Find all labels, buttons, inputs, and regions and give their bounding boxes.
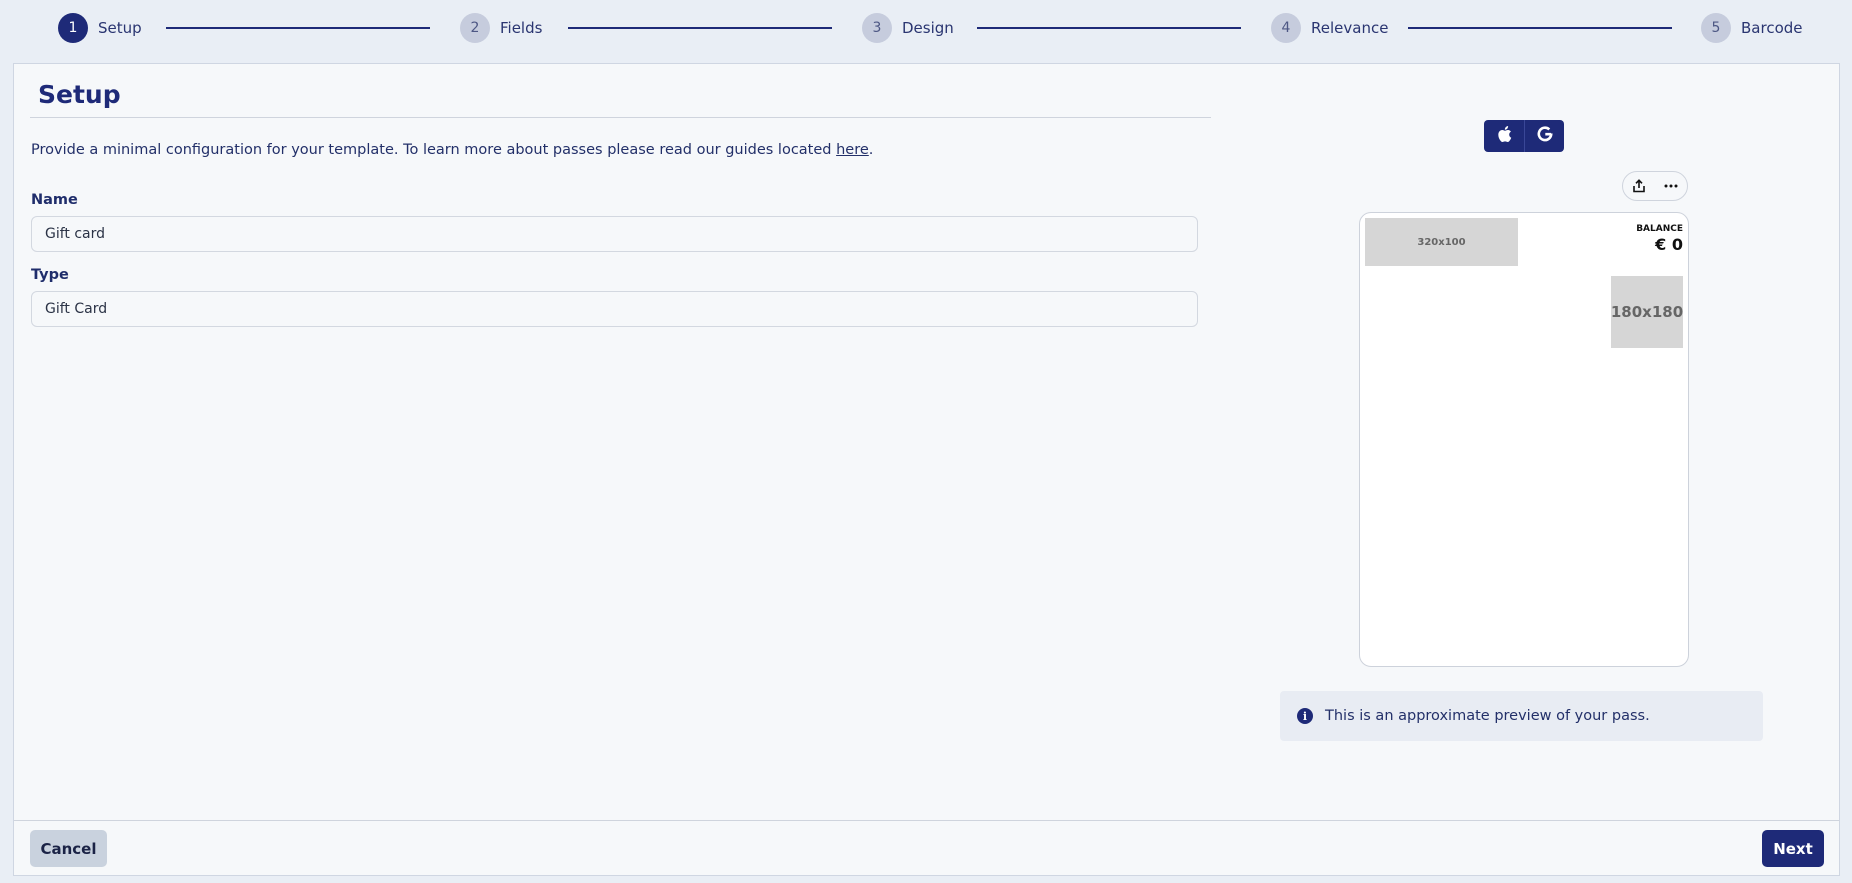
step-number: 1 (58, 13, 88, 43)
step-design[interactable]: 3 Design (862, 13, 954, 43)
step-number: 2 (460, 13, 490, 43)
type-label: Type (31, 267, 69, 283)
google-icon (1536, 125, 1554, 147)
step-fields[interactable]: 2 Fields (460, 13, 542, 43)
next-button[interactable]: Next (1762, 830, 1824, 867)
step-number: 3 (862, 13, 892, 43)
pass-preview: 320x100 BALANCE € 0 180x180 (1359, 212, 1689, 667)
step-connector (977, 27, 1241, 29)
intro-body: Provide a minimal configuration for your… (31, 142, 837, 158)
page-title: Setup (38, 80, 121, 109)
info-icon: i (1297, 708, 1313, 724)
step-number: 4 (1271, 13, 1301, 43)
balance-label: BALANCE (1636, 224, 1683, 234)
wizard-stepper: 1 Setup 2 Fields 3 Design 4 Relevance 5 … (0, 0, 1852, 56)
more-icon[interactable] (1660, 175, 1682, 197)
apple-icon (1496, 125, 1512, 147)
platform-toggle (1484, 120, 1564, 152)
step-label: Relevance (1311, 19, 1389, 37)
step-label: Setup (98, 19, 142, 37)
step-connector (1408, 27, 1672, 29)
step-label: Barcode (1741, 19, 1803, 37)
title-divider (30, 117, 1211, 118)
intro-suffix: . (868, 142, 874, 158)
cancel-button[interactable]: Cancel (30, 830, 107, 867)
footer-divider (14, 820, 1839, 821)
name-input[interactable] (31, 216, 1198, 252)
intro-text: Provide a minimal configuration for your… (31, 142, 873, 158)
step-label: Fields (500, 19, 543, 37)
google-platform-button[interactable] (1524, 120, 1564, 152)
balance-value: € 0 (1655, 235, 1683, 254)
name-label: Name (31, 192, 78, 208)
step-label: Design (902, 19, 954, 37)
apple-platform-button[interactable] (1484, 120, 1524, 152)
step-connector (568, 27, 832, 29)
step-barcode[interactable]: 5 Barcode (1701, 13, 1803, 43)
guides-link[interactable]: here (836, 142, 869, 158)
logo-placeholder: 320x100 (1365, 218, 1518, 266)
preview-actions (1622, 171, 1688, 201)
step-setup[interactable]: 1 Setup (58, 13, 142, 43)
type-input[interactable] (31, 291, 1198, 327)
step-relevance[interactable]: 4 Relevance (1271, 13, 1388, 43)
step-number: 5 (1701, 13, 1731, 43)
thumbnail-placeholder: 180x180 (1611, 276, 1683, 348)
step-connector (166, 27, 430, 29)
share-icon[interactable] (1628, 175, 1650, 197)
setup-card: Setup Provide a minimal configuration fo… (13, 63, 1840, 876)
preview-info-box: i This is an approximate preview of your… (1280, 691, 1763, 741)
info-text: This is an approximate preview of your p… (1325, 708, 1650, 724)
